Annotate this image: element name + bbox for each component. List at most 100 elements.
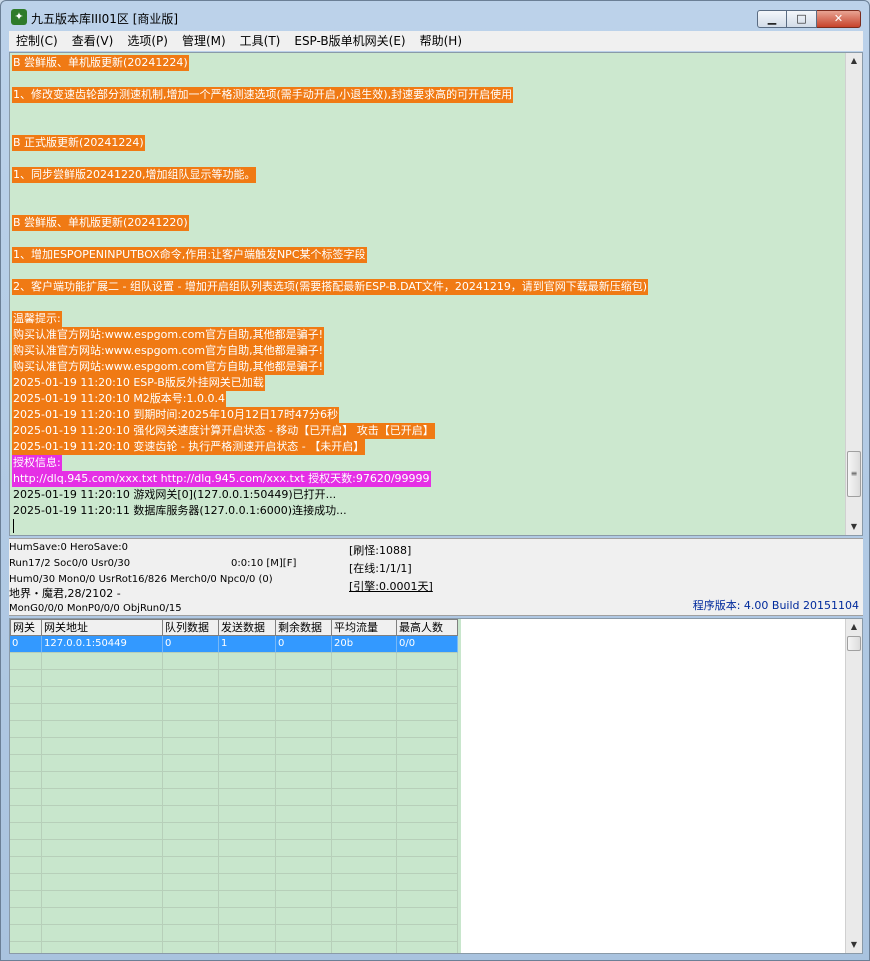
status-engine[interactable]: [引擎:0.0001天] bbox=[349, 580, 433, 593]
log-line: B 尝鲜版、单机版更新(20241224) bbox=[12, 55, 189, 71]
menu-espb-gateway[interactable]: ESP-B版单机网关(E) bbox=[287, 31, 412, 51]
grid-cell bbox=[397, 857, 458, 874]
grid-cell bbox=[219, 670, 276, 687]
scroll-down-icon[interactable]: ▼ bbox=[846, 519, 862, 535]
grid-cell bbox=[10, 687, 42, 704]
grid-cell bbox=[397, 823, 458, 840]
grid-cell bbox=[42, 738, 163, 755]
grid-cell bbox=[276, 670, 332, 687]
grid-cell bbox=[42, 789, 163, 806]
gateway-grid: 网关 网关地址 队列数据 发送数据 剩余数据 平均流量 最高人数 0 127.0… bbox=[10, 619, 461, 953]
title-bar[interactable]: ✦ 九五版本库III01区 [商业版] ▁ □ ✕ bbox=[1, 1, 869, 31]
grid-cell bbox=[163, 789, 219, 806]
table-row-empty[interactable] bbox=[10, 908, 458, 925]
status-mon: MonG0/0/0 MonP0/0/0 ObjRun0/15 bbox=[9, 603, 182, 614]
table-row-empty[interactable] bbox=[10, 806, 458, 823]
grid-cell bbox=[276, 653, 332, 670]
grid-scrollbar[interactable]: ▲ ▼ bbox=[845, 619, 862, 953]
table-row-empty[interactable] bbox=[10, 857, 458, 874]
status-map: 地界・魔君,28/2102 - bbox=[9, 587, 121, 600]
grid-cell bbox=[276, 772, 332, 789]
grid-cell bbox=[332, 687, 397, 704]
menu-help[interactable]: 帮助(H) bbox=[413, 31, 469, 51]
grid-cell bbox=[219, 891, 276, 908]
grid-cell bbox=[219, 840, 276, 857]
table-row-empty[interactable] bbox=[10, 670, 458, 687]
table-row-empty[interactable] bbox=[10, 789, 458, 806]
col-send-data[interactable]: 发送数据 bbox=[219, 619, 276, 636]
grid-cell bbox=[10, 755, 42, 772]
table-row-empty[interactable] bbox=[10, 704, 458, 721]
grid-cell bbox=[332, 772, 397, 789]
close-button[interactable]: ✕ bbox=[817, 10, 861, 28]
grid-cell bbox=[219, 704, 276, 721]
grid-cell bbox=[163, 721, 219, 738]
grid-cell bbox=[42, 806, 163, 823]
log-line: 2025-01-19 11:20:10 变速齿轮 - 执行严格测速开启状态 - … bbox=[12, 439, 366, 455]
grid-cell bbox=[276, 891, 332, 908]
menu-manage[interactable]: 管理(M) bbox=[175, 31, 233, 51]
log-panel[interactable]: B 尝鲜版、单机版更新(20241224) 1、修改变速齿轮部分测速机制,增加一… bbox=[9, 52, 863, 536]
grid-cell bbox=[397, 925, 458, 942]
table-row-empty[interactable] bbox=[10, 823, 458, 840]
log-scrollbar[interactable]: ▲ ≡ ▼ bbox=[845, 53, 862, 535]
table-row-empty[interactable] bbox=[10, 772, 458, 789]
table-row-empty[interactable] bbox=[10, 721, 458, 738]
log-line: 温馨提示: bbox=[12, 311, 62, 327]
scroll-thumb[interactable]: ≡ bbox=[847, 451, 861, 497]
grid-cell bbox=[163, 874, 219, 891]
grid-cell bbox=[276, 908, 332, 925]
col-queue-data[interactable]: 队列数据 bbox=[163, 619, 219, 636]
menu-control[interactable]: 控制(C) bbox=[9, 31, 65, 51]
col-gateway-address[interactable]: 网关地址 bbox=[42, 619, 163, 636]
col-remaining-data[interactable]: 剩余数据 bbox=[276, 619, 332, 636]
grid-cell bbox=[397, 755, 458, 772]
menu-tools[interactable]: 工具(T) bbox=[233, 31, 288, 51]
menu-view[interactable]: 查看(V) bbox=[65, 31, 121, 51]
log-line: 2、客户端功能扩展二 - 组队设置 - 增加开启组队列表选项(需要搭配最新ESP… bbox=[12, 279, 649, 295]
menu-bar: 控制(C) 查看(V) 选项(P) 管理(M) 工具(T) ESP-B版单机网关… bbox=[9, 31, 863, 51]
grid-cell bbox=[42, 687, 163, 704]
grid-cell bbox=[10, 704, 42, 721]
grid-cell bbox=[10, 806, 42, 823]
menu-options[interactable]: 选项(P) bbox=[120, 31, 175, 51]
window-title: 九五版本库III01区 [商业版] bbox=[31, 12, 179, 26]
maximize-button[interactable]: □ bbox=[787, 10, 817, 28]
table-row[interactable]: 0 127.0.0.1:50449 0 1 0 20b 0/0 bbox=[10, 636, 458, 653]
grid-cell bbox=[276, 704, 332, 721]
table-row-empty[interactable] bbox=[10, 891, 458, 908]
grid-cell bbox=[10, 908, 42, 925]
table-row-empty[interactable] bbox=[10, 840, 458, 857]
cell-queue: 0 bbox=[163, 636, 219, 653]
status-panel: HumSave:0 HeroSave:0 Run17/2 Soc0/0 Usr0… bbox=[9, 538, 863, 616]
log-line: B 正式版更新(20241224) bbox=[12, 135, 145, 151]
grid-cell bbox=[163, 806, 219, 823]
table-row-empty[interactable] bbox=[10, 874, 458, 891]
table-row-empty[interactable] bbox=[10, 925, 458, 942]
scroll-up-icon[interactable]: ▲ bbox=[846, 53, 862, 69]
log-line: 2025-01-19 11:20:10 游戏网关[0](127.0.0.1:50… bbox=[13, 488, 337, 501]
log-line: 购买认准官方网站:www.espgom.com官方自助,其他都是骗子! bbox=[12, 327, 324, 343]
table-row-empty[interactable] bbox=[10, 687, 458, 704]
status-save: HumSave:0 HeroSave:0 bbox=[9, 542, 129, 553]
grid-cell bbox=[276, 857, 332, 874]
col-gateway[interactable]: 网关 bbox=[10, 619, 42, 636]
col-max-users[interactable]: 最高人数 bbox=[397, 619, 458, 636]
scroll-down-icon[interactable]: ▼ bbox=[846, 937, 862, 953]
table-row-empty[interactable] bbox=[10, 738, 458, 755]
grid-cell bbox=[219, 908, 276, 925]
table-row-empty[interactable] bbox=[10, 653, 458, 670]
window-controls: ▁ □ ✕ bbox=[757, 10, 861, 28]
table-row-empty[interactable] bbox=[10, 755, 458, 772]
grid-cell bbox=[276, 755, 332, 772]
table-row-empty[interactable] bbox=[10, 942, 458, 953]
grid-cell bbox=[42, 755, 163, 772]
grid-cell bbox=[397, 772, 458, 789]
app-icon: ✦ bbox=[11, 9, 27, 25]
scroll-thumb[interactable] bbox=[847, 636, 861, 651]
scroll-up-icon[interactable]: ▲ bbox=[846, 619, 862, 635]
col-avg-traffic[interactable]: 平均流量 bbox=[332, 619, 397, 636]
grid-cell bbox=[276, 874, 332, 891]
grid-cell bbox=[163, 687, 219, 704]
minimize-button[interactable]: ▁ bbox=[757, 10, 787, 28]
